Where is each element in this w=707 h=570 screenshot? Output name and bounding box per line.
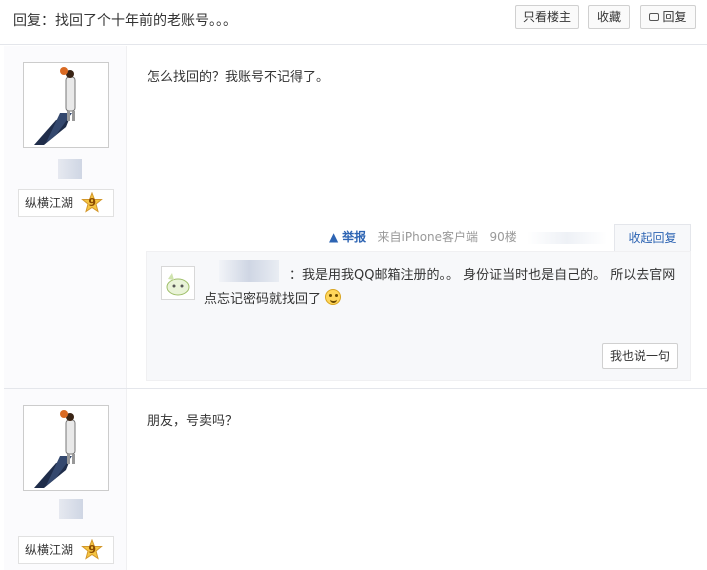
post: 纵横江湖 9 怎么找回的？我账号不记得了。 ▲ 举报 来自iPhone客户端 9… bbox=[4, 46, 707, 389]
level-name: 纵横江湖 bbox=[25, 543, 74, 557]
avatar-image bbox=[166, 273, 190, 296]
only-op-button[interactable]: 只看楼主 bbox=[515, 5, 579, 29]
post: 纵横江湖 9 朋友，号卖吗？ bbox=[4, 389, 707, 570]
level-badge[interactable]: 纵横江湖 9 bbox=[18, 189, 114, 217]
favorite-button[interactable]: 收藏 bbox=[588, 5, 630, 29]
post-time-redacted bbox=[526, 231, 607, 244]
author-sidebar: 纵横江湖 9 bbox=[4, 389, 127, 570]
thread-header: 回复：找回了个十年前的老账号。。。 只看楼主 收藏 回复 bbox=[0, 0, 707, 45]
level-badge[interactable]: 纵横江湖 9 bbox=[18, 536, 114, 564]
reply-button-label: 回复 bbox=[662, 10, 687, 24]
post-source: 来自iPhone客户端 bbox=[377, 230, 479, 244]
level-number: 9 bbox=[88, 543, 96, 556]
username-redacted[interactable] bbox=[59, 499, 83, 519]
reply-button[interactable]: 回复 bbox=[640, 5, 696, 29]
post-tail: ▲ 举报 来自iPhone客户端 90楼 bbox=[329, 228, 607, 245]
reply-icon bbox=[649, 13, 660, 21]
avatar[interactable] bbox=[23, 62, 109, 148]
say-something-button[interactable]: 我也说一句 bbox=[602, 343, 678, 369]
collapse-replies-button[interactable]: 收起回复 bbox=[614, 224, 691, 251]
sub-reply-avatar[interactable] bbox=[161, 266, 195, 300]
thread-title: 回复：找回了个十年前的老账号。。。 bbox=[13, 13, 237, 29]
avatar-image bbox=[34, 67, 76, 145]
sub-reply-area: ：我是用我QQ邮箱注册的。。 身份证当时也是自己的。 所以去官网点忘记密码就找回… bbox=[146, 251, 691, 381]
smile-emoji-icon bbox=[325, 289, 342, 305]
post-content: 怎么找回的？我账号不记得了。 bbox=[147, 70, 330, 85]
post-content: 朋友，号卖吗？ bbox=[147, 414, 239, 429]
author-sidebar: 纵横江湖 9 bbox=[4, 46, 127, 388]
avatar-image bbox=[34, 410, 76, 488]
report-icon: ▲ bbox=[329, 230, 339, 244]
level-number: 9 bbox=[88, 196, 96, 209]
avatar[interactable] bbox=[23, 405, 109, 491]
report-link[interactable]: 举报 bbox=[342, 230, 366, 244]
sub-reply-text: ：我是用我QQ邮箱注册的。。 身份证当时也是自己的。 所以去官网点忘记密码就找回… bbox=[204, 264, 682, 312]
username-redacted[interactable] bbox=[58, 159, 82, 179]
sub-reply-body: ：我是用我QQ邮箱注册的。。 身份证当时也是自己的。 所以去官网点忘记密码就找回… bbox=[204, 268, 676, 307]
floor-number: 90楼 bbox=[489, 230, 517, 244]
level-name: 纵横江湖 bbox=[25, 196, 74, 210]
